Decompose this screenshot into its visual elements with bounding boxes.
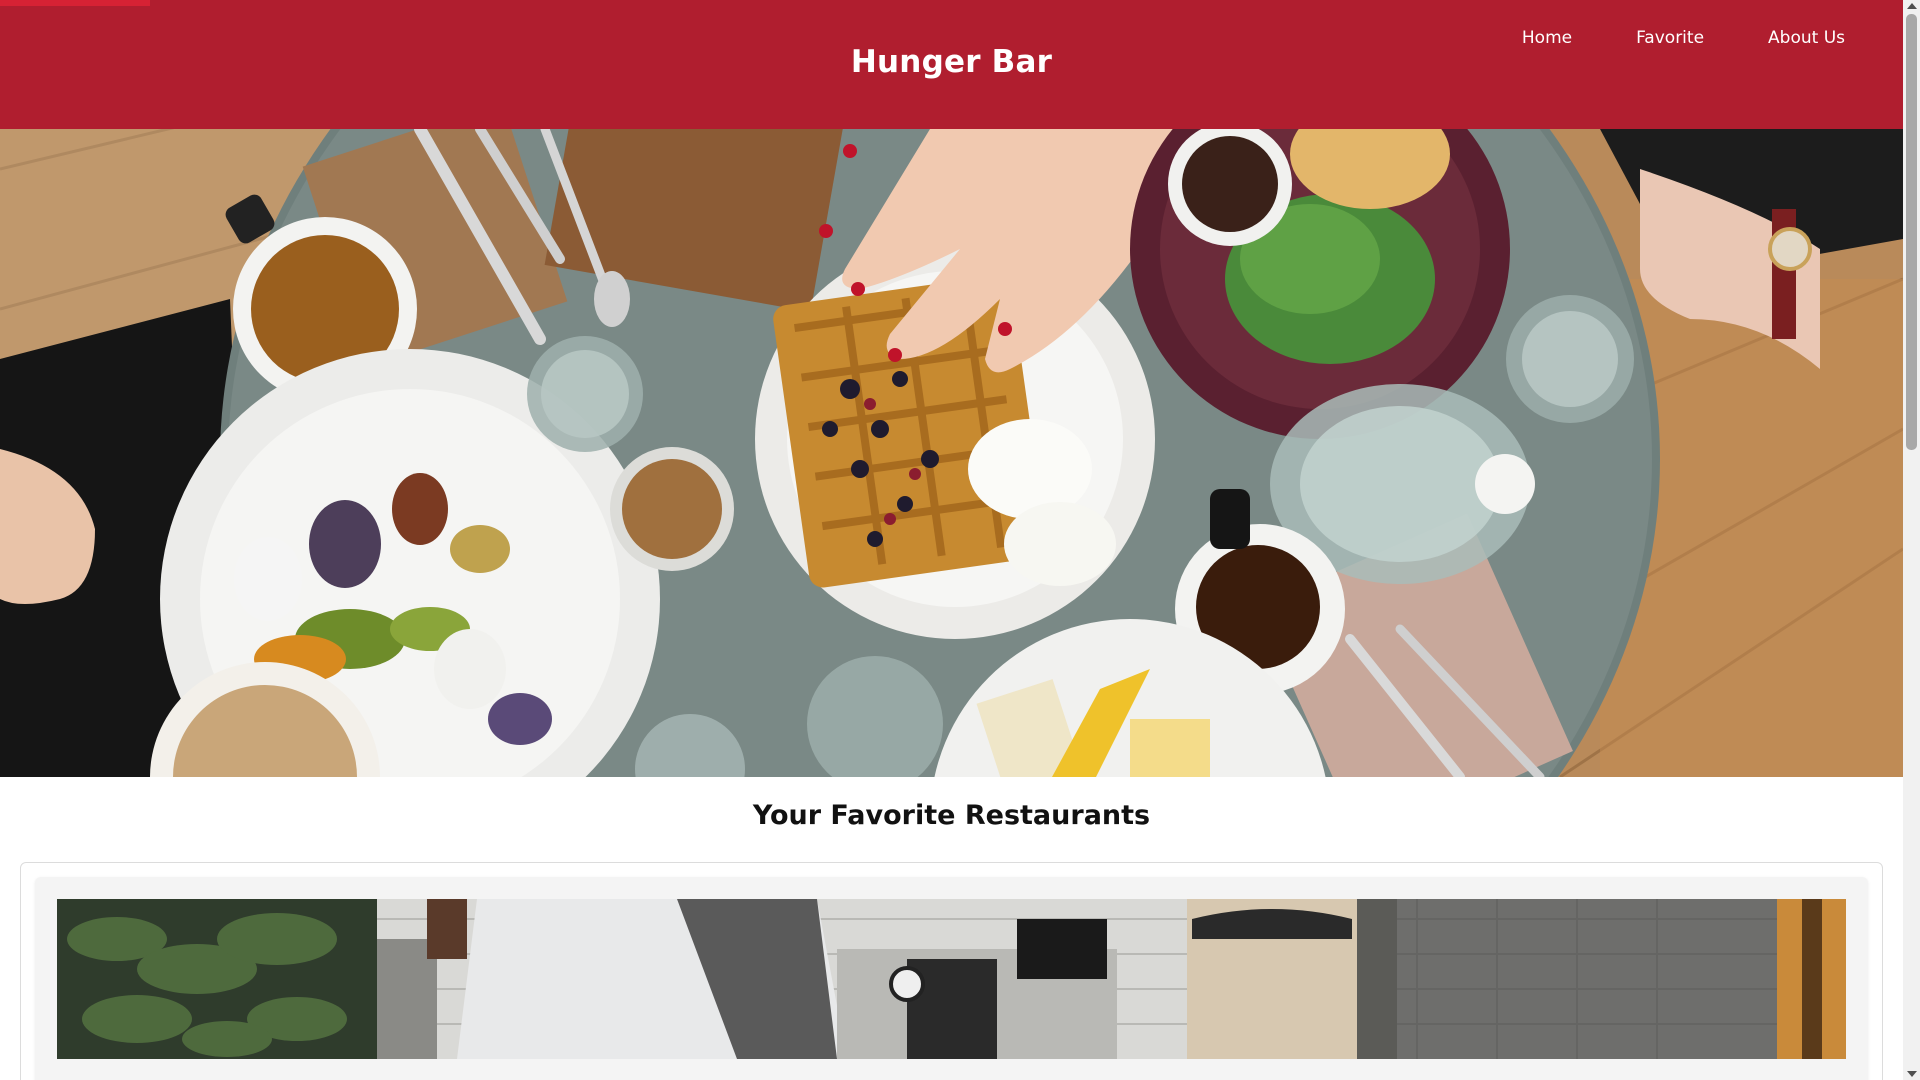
nav-link-about-us[interactable]: About Us (1736, 27, 1845, 49)
brand-title[interactable]: Hunger Bar (0, 44, 1903, 80)
hero-food-table-illustration (0, 129, 1903, 777)
nav-link-home[interactable]: Home (1490, 27, 1604, 49)
restaurant-image[interactable] (57, 899, 1846, 1059)
restaurant-cafe-illustration (57, 899, 1846, 1059)
restaurant-list (20, 862, 1883, 1080)
chevron-up-icon[interactable] (1907, 3, 1917, 9)
chevron-down-icon[interactable] (1907, 1071, 1917, 1077)
scrollbar-thumb[interactable] (1906, 14, 1917, 450)
nav-link-favorite[interactable]: Favorite (1604, 27, 1736, 49)
page-scrollbar[interactable] (1903, 0, 1920, 1080)
section-title: Your Favorite Restaurants (752, 800, 1151, 831)
hero-image (0, 129, 1903, 777)
restaurant-card[interactable] (35, 877, 1868, 1080)
page: Hunger Bar Home Favorite About Us Your F… (0, 0, 1903, 1080)
app-header: Hunger Bar Home Favorite About Us (0, 0, 1903, 129)
main-nav: Home Favorite About Us (1490, 27, 1845, 49)
loading-progress-bar (0, 0, 150, 6)
